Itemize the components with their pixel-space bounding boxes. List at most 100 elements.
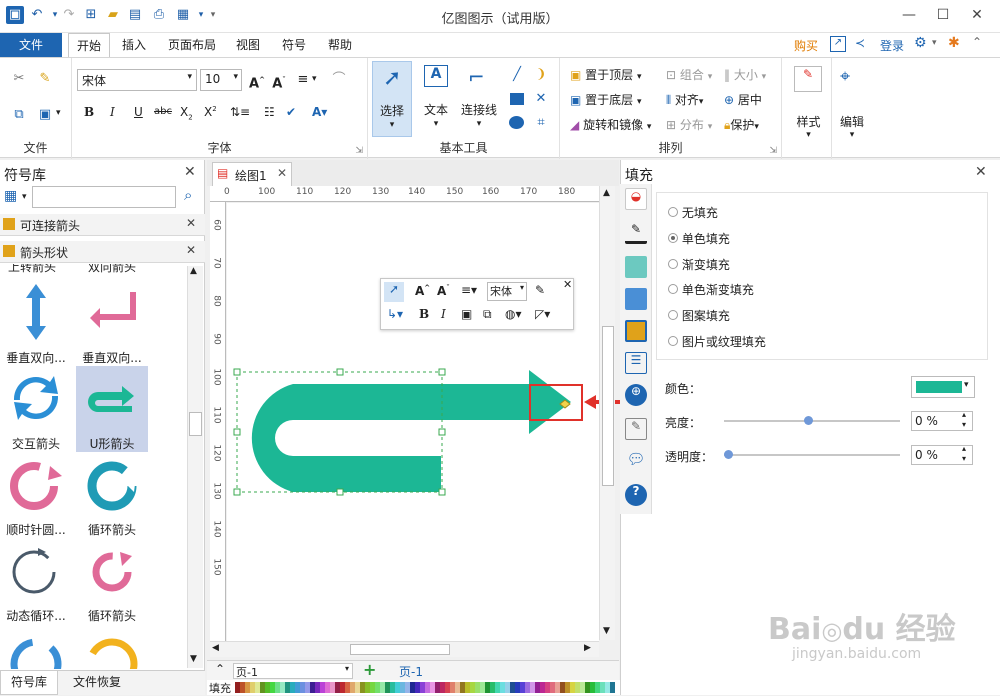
image-icon[interactable] bbox=[625, 288, 647, 310]
buy-link[interactable]: 购买 bbox=[794, 37, 818, 54]
select-tool-button[interactable]: ➚ 选择 ▾ bbox=[372, 61, 412, 137]
close-section-icon[interactable]: ✕ bbox=[186, 243, 196, 257]
ribbon-collapse-icon[interactable]: ⌃ bbox=[972, 35, 982, 49]
bring-to-front-button[interactable]: ▣ 置于顶层 ▾ bbox=[570, 66, 642, 83]
document-tab[interactable]: ▤ 绘图1 ✕ bbox=[212, 162, 292, 186]
theme-icon[interactable]: ✱ bbox=[948, 35, 960, 51]
arc-tool-icon[interactable]: ❩ bbox=[532, 66, 550, 84]
spin-up-icon[interactable]: ▴ bbox=[962, 410, 966, 419]
send-to-back-button[interactable]: ▣ 置于底层 ▾ bbox=[570, 91, 642, 108]
share-icon[interactable]: ≺ bbox=[855, 36, 865, 50]
tab-page-layout[interactable]: 页面布局 bbox=[160, 33, 224, 57]
float-connector-icon[interactable]: ↳▾ bbox=[387, 307, 403, 321]
close-window-button[interactable]: ✕ bbox=[960, 4, 994, 26]
align-button[interactable]: ⫴ 对齐▾ bbox=[666, 91, 703, 108]
tab-symbols[interactable]: 符号 bbox=[274, 33, 314, 57]
tab-insert[interactable]: 插入 bbox=[114, 33, 154, 57]
fill-bucket-icon[interactable]: ◒ bbox=[625, 188, 647, 210]
float-format-painter-icon[interactable]: ✎ bbox=[535, 283, 545, 297]
float-fill-icon[interactable]: ◍▾ bbox=[505, 307, 522, 321]
distribute-button[interactable]: ⊞ 分布 ▾ bbox=[666, 116, 712, 133]
maximize-button[interactable]: ☐ bbox=[926, 4, 960, 26]
fill-option-gradient[interactable]: 渐变填充 bbox=[668, 256, 730, 274]
canvas-horizontal-scrollbar[interactable]: ◀ ▶ bbox=[210, 641, 599, 657]
resize-handle[interactable] bbox=[438, 488, 446, 496]
float-italic-icon[interactable]: I bbox=[441, 307, 446, 321]
arrange-dialog-launcher-icon[interactable]: ⇲ bbox=[769, 146, 777, 156]
rotate-mirror-button[interactable]: ◢ 旋转和镜像 ▾ bbox=[570, 116, 651, 133]
tab-help[interactable]: 帮助 bbox=[320, 33, 360, 57]
float-shrink-font-icon[interactable]: Aˇ bbox=[437, 284, 450, 298]
symbol-scrollbar[interactable]: ▲ ▼ bbox=[187, 266, 203, 668]
scroll-up-icon[interactable]: ▲ bbox=[190, 266, 197, 276]
library-dropdown-icon[interactable]: ▾ bbox=[22, 192, 27, 202]
float-grow-font-icon[interactable]: A^ bbox=[415, 284, 430, 298]
ellipse-tool-icon[interactable] bbox=[509, 116, 524, 129]
text-color-icon[interactable]: ✔ bbox=[286, 105, 296, 119]
page-select[interactable]: 页-1 ▾ bbox=[233, 663, 353, 679]
shrink-font-icon[interactable]: Aˇ bbox=[270, 71, 288, 91]
float-line-icon[interactable]: ◸▾ bbox=[535, 307, 550, 321]
fill-option-picture[interactable]: 图片或纹理填充 bbox=[668, 333, 766, 351]
scroll-thumb[interactable] bbox=[602, 326, 614, 486]
resize-handle[interactable] bbox=[233, 368, 241, 376]
layers-icon[interactable] bbox=[625, 320, 647, 342]
bullet-list-icon[interactable]: ☷ bbox=[264, 105, 275, 119]
symbol-clockwise-circle[interactable]: 顺时针圆... bbox=[0, 452, 72, 538]
page-list-toggle-icon[interactable]: ⌃ bbox=[215, 662, 225, 676]
rectangle-tool-icon[interactable] bbox=[510, 93, 524, 105]
brightness-slider[interactable] bbox=[724, 416, 900, 425]
line-spacing-icon[interactable]: ⌒ bbox=[330, 71, 348, 89]
cross-tool-icon[interactable]: ✕ bbox=[532, 90, 550, 108]
symbol-u-arrow[interactable]: U形箭头 bbox=[76, 366, 148, 452]
page-properties-icon[interactable]: ☰ bbox=[625, 352, 647, 374]
size-button[interactable]: ‖ 大小 ▾ bbox=[724, 66, 766, 83]
center-button[interactable]: ⊕ 居中 bbox=[724, 91, 762, 108]
subscript-icon[interactable]: X2 bbox=[180, 105, 193, 121]
indent-icon[interactable]: ⇅≡ bbox=[230, 105, 250, 119]
scroll-thumb[interactable] bbox=[350, 644, 450, 655]
style-icon[interactable]: ✎ bbox=[794, 66, 822, 92]
close-fill-panel-icon[interactable]: ✕ bbox=[975, 164, 987, 180]
comment-icon[interactable]: 💬︎ bbox=[625, 450, 647, 472]
u-arrow-shape[interactable] bbox=[227, 360, 599, 510]
edit-dropdown-icon[interactable]: ▾ bbox=[832, 130, 872, 140]
spin-down-icon[interactable]: ▾ bbox=[962, 420, 966, 429]
float-close-icon[interactable]: ✕ bbox=[563, 278, 572, 291]
strikethrough-icon[interactable]: abc bbox=[154, 106, 172, 117]
grow-font-icon[interactable]: A^ bbox=[248, 71, 266, 91]
brightness-input[interactable]: 0 % ▴ ▾ bbox=[911, 410, 973, 431]
float-pointer-icon[interactable]: ➚ bbox=[384, 282, 404, 302]
palette-swatches[interactable] bbox=[235, 682, 615, 693]
style-button-label[interactable]: 样式 bbox=[786, 113, 831, 130]
close-panel-icon[interactable]: ✕ bbox=[184, 164, 196, 180]
fill-option-single-gradient[interactable]: 单色渐变填充 bbox=[668, 281, 754, 299]
transparency-slider-knob[interactable] bbox=[724, 450, 733, 459]
scroll-thumb[interactable] bbox=[189, 412, 202, 436]
resize-handle[interactable] bbox=[233, 428, 241, 436]
font-size-select[interactable]: 10 ▾ bbox=[200, 69, 242, 91]
resize-handle[interactable] bbox=[336, 488, 344, 496]
help-icon[interactable]: ? bbox=[625, 484, 647, 506]
add-page-icon[interactable]: + bbox=[363, 660, 376, 679]
library-grid-icon[interactable]: ▦ bbox=[4, 188, 17, 204]
file-menu[interactable]: 文件 bbox=[0, 33, 62, 57]
minimize-button[interactable]: — bbox=[892, 4, 926, 26]
float-bold-icon[interactable]: B bbox=[419, 307, 429, 321]
transparency-slider[interactable] bbox=[724, 450, 900, 459]
close-tab-icon[interactable]: ✕ bbox=[277, 166, 287, 180]
protect-button[interactable]: 🔒︎保护▾ bbox=[724, 116, 759, 133]
cut-icon[interactable]: ✂ bbox=[10, 70, 28, 88]
fill-option-none[interactable]: 无填充 bbox=[668, 204, 718, 222]
transparency-input[interactable]: 0 % ▴ ▾ bbox=[911, 444, 973, 465]
settings-dropdown-icon[interactable]: ▾ bbox=[932, 38, 937, 48]
settings-gear-icon[interactable]: ⚙ bbox=[914, 35, 927, 51]
resize-handle[interactable] bbox=[336, 368, 344, 376]
tab-symbol-library[interactable]: 符号库 bbox=[0, 671, 58, 695]
italic-icon[interactable]: I bbox=[110, 105, 115, 119]
float-back-icon[interactable]: ⧉ bbox=[483, 307, 492, 322]
font-family-select[interactable]: 宋体 ▾ bbox=[77, 69, 197, 91]
spin-down-icon[interactable]: ▾ bbox=[962, 454, 966, 463]
palette-swatch[interactable] bbox=[610, 682, 615, 693]
fill-color-picker[interactable]: ▾ bbox=[911, 376, 975, 398]
